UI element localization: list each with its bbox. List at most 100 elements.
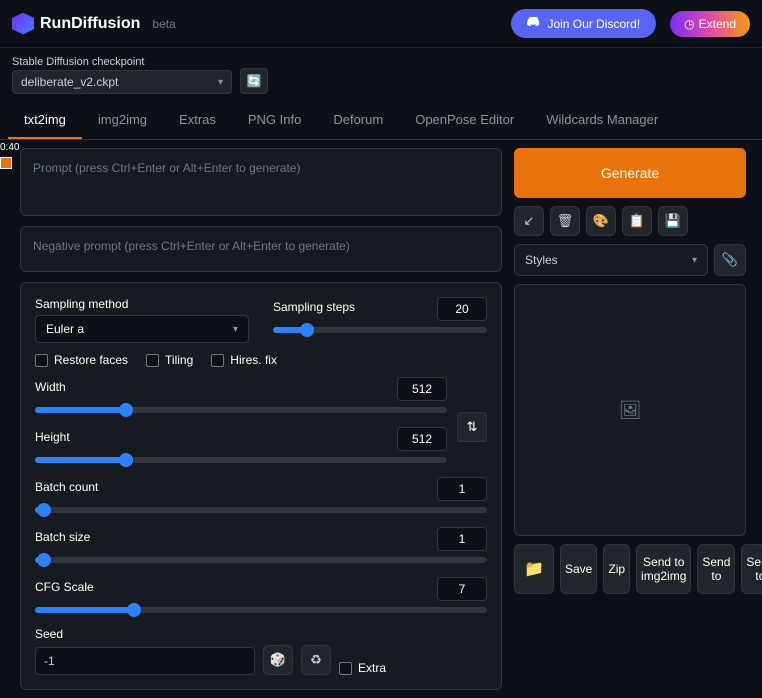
sampling-steps-value[interactable]: 20 — [437, 297, 487, 321]
apply-icon: 📎 — [722, 252, 738, 268]
arrow-button[interactable]: ↙ — [514, 206, 544, 236]
cfg-scale-value[interactable]: 7 — [437, 577, 487, 601]
style-button[interactable]: 🎨 — [586, 206, 616, 236]
generate-button[interactable]: Generate — [514, 148, 746, 198]
app-header: RunDiffusion beta Join Our Discord! ◷ Ex… — [0, 0, 762, 48]
sampling-method-select[interactable]: Euler a ▾ — [35, 315, 249, 343]
seed-label: Seed — [35, 627, 487, 641]
hires-fix-label: Hires. fix — [230, 353, 277, 367]
width-label: Width — [35, 380, 66, 394]
session-timer: 0:40 — [0, 142, 19, 169]
checkpoint-value: deliberate_v2.ckpt — [21, 75, 118, 89]
checkpoint-row: Stable Diffusion checkpoint deliberate_v… — [0, 48, 762, 102]
send-img2img-button[interactable]: Send to img2img — [636, 544, 691, 594]
batch-size-label: Batch size — [35, 530, 90, 544]
tab-img2img[interactable]: img2img — [82, 102, 163, 139]
palette-icon: 🎨 — [593, 213, 609, 229]
checkbox-icon — [339, 662, 352, 675]
zip-button[interactable]: Zip — [603, 544, 630, 594]
image-placeholder-icon: 🖼 — [619, 400, 642, 421]
extend-button[interactable]: ◷ Extend — [670, 11, 750, 37]
checkbox-icon — [35, 354, 48, 367]
negative-prompt-input[interactable]: Negative prompt (press Ctrl+Enter or Alt… — [20, 226, 502, 272]
restore-faces-checkbox[interactable]: Restore faces — [35, 353, 128, 367]
swap-icon: ⇅ — [467, 419, 478, 435]
folder-icon: 📁 — [524, 559, 544, 579]
slider-thumb-icon[interactable] — [127, 603, 141, 617]
tiling-checkbox[interactable]: Tiling — [146, 353, 193, 367]
save-icon: 💾 — [665, 213, 681, 229]
clipboard-icon: 📋 — [629, 213, 645, 229]
batch-size-slider[interactable] — [35, 557, 487, 563]
clipboard-button[interactable]: 📋 — [622, 206, 652, 236]
sampling-steps-label: Sampling steps — [273, 300, 355, 314]
chevron-down-icon: ▾ — [233, 324, 238, 335]
open-folder-button[interactable]: 📁 — [514, 544, 554, 594]
styles-select[interactable]: Styles ▾ — [514, 244, 708, 276]
save-style-button[interactable]: 💾 — [658, 206, 688, 236]
prompt-input[interactable]: Prompt (press Ctrl+Enter or Alt+Enter to… — [20, 148, 502, 216]
slider-thumb-icon[interactable] — [37, 553, 51, 567]
tab-bar: txt2img img2img Extras PNG Info Deforum … — [0, 102, 762, 140]
checkbox-icon — [211, 354, 224, 367]
height-label: Height — [35, 430, 70, 444]
width-slider[interactable] — [35, 407, 447, 413]
tab-extras[interactable]: Extras — [163, 102, 232, 139]
slider-thumb-icon[interactable] — [119, 453, 133, 467]
brand-name: RunDiffusion — [40, 15, 140, 33]
styles-label: Styles — [525, 253, 686, 267]
checkbox-icon — [146, 354, 159, 367]
trash-icon: 🗑 — [557, 213, 574, 229]
seed-reuse-button[interactable]: ♻ — [301, 645, 331, 675]
checkpoint-select[interactable]: deliberate_v2.ckpt ▾ — [12, 70, 232, 94]
cfg-scale-slider[interactable] — [35, 607, 487, 613]
sampling-steps-slider[interactable] — [273, 327, 487, 333]
width-value[interactable]: 512 — [397, 377, 447, 401]
output-preview: 🖼 — [514, 284, 746, 536]
tab-pnginfo[interactable]: PNG Info — [232, 102, 317, 139]
seed-extra-checkbox[interactable]: Extra — [339, 661, 386, 675]
tab-txt2img[interactable]: txt2img — [8, 102, 82, 139]
height-slider[interactable] — [35, 457, 447, 463]
discord-button[interactable]: Join Our Discord! — [511, 9, 656, 38]
discord-icon — [527, 15, 541, 32]
recycle-icon: ♻ — [310, 652, 322, 668]
slider-thumb-icon[interactable] — [37, 503, 51, 517]
styles-apply-button[interactable]: 📎 — [714, 244, 746, 276]
batch-count-value[interactable]: 1 — [437, 477, 487, 501]
save-button[interactable]: Save — [560, 544, 597, 594]
restore-faces-label: Restore faces — [54, 353, 128, 367]
tiling-label: Tiling — [165, 353, 193, 367]
extend-label: Extend — [699, 17, 736, 31]
height-value[interactable]: 512 — [397, 427, 447, 451]
arrow-down-left-icon: ↙ — [524, 213, 535, 229]
slider-thumb-icon[interactable] — [300, 323, 314, 337]
seed-random-button[interactable]: 🎲 — [263, 645, 293, 675]
tab-openpose[interactable]: OpenPose Editor — [399, 102, 530, 139]
beta-label: beta — [152, 17, 175, 31]
refresh-icon: 🔄 — [247, 74, 262, 88]
settings-panel: Sampling method Euler a ▾ Sampling steps… — [20, 282, 502, 690]
hires-fix-checkbox[interactable]: Hires. fix — [211, 353, 277, 367]
send-to-button-2[interactable]: Send to — [741, 544, 762, 594]
seed-input[interactable]: -1 — [35, 647, 255, 675]
tab-deforum[interactable]: Deforum — [317, 102, 399, 139]
batch-size-value[interactable]: 1 — [437, 527, 487, 551]
checkpoint-label: Stable Diffusion checkpoint — [12, 56, 232, 68]
clear-button[interactable]: 🗑 — [550, 206, 580, 236]
timer-color-swatch — [0, 157, 12, 169]
chevron-down-icon: ▾ — [692, 255, 697, 266]
swap-wh-button[interactable]: ⇅ — [457, 412, 487, 442]
batch-count-label: Batch count — [35, 480, 98, 494]
logo-mark-icon — [12, 13, 34, 35]
seed-extra-label: Extra — [358, 661, 386, 675]
discord-label: Join Our Discord! — [547, 17, 640, 31]
chevron-down-icon: ▾ — [218, 77, 223, 88]
timer-text: 0:40 — [0, 142, 19, 153]
send-to-button-1[interactable]: Send to — [697, 544, 735, 594]
slider-thumb-icon[interactable] — [119, 403, 133, 417]
tab-wildcards[interactable]: Wildcards Manager — [530, 102, 674, 139]
dice-icon: 🎲 — [270, 652, 286, 668]
checkpoint-refresh-button[interactable]: 🔄 — [240, 68, 268, 94]
batch-count-slider[interactable] — [35, 507, 487, 513]
